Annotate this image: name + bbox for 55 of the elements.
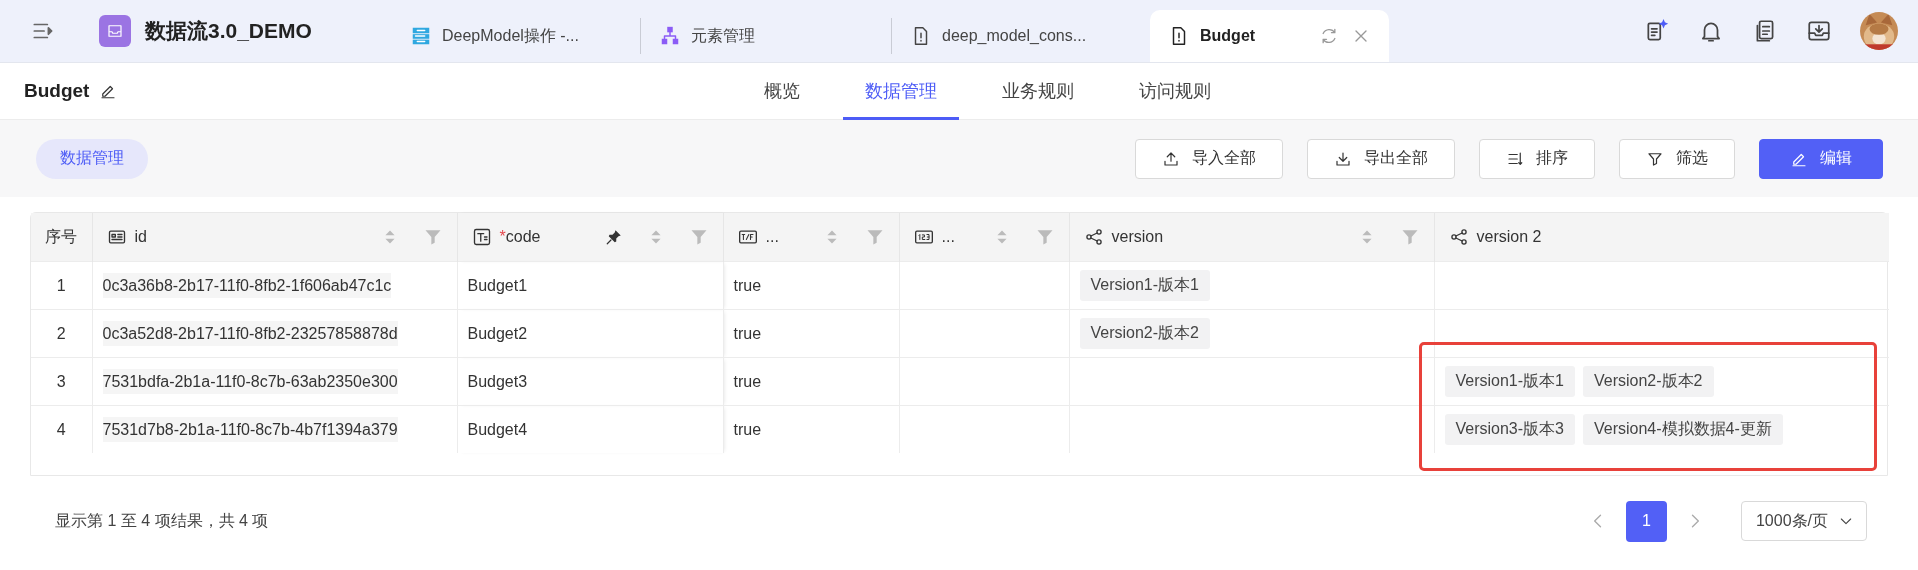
text-field-icon xyxy=(471,227,492,247)
sort-icon xyxy=(1506,149,1524,168)
toolbar-button[interactable]: 导出全部 xyxy=(1307,138,1455,179)
row-number: 3 xyxy=(56,372,66,390)
version-tag: Version4-模拟数据4-更新 xyxy=(1583,414,1783,445)
column-header: *code xyxy=(499,228,541,246)
table-cell: true xyxy=(733,324,762,342)
sparkle-document-icon[interactable] xyxy=(1644,17,1670,44)
table-cell: Budget1 xyxy=(467,276,528,294)
version-tag: Version1-版本1 xyxy=(1444,366,1575,397)
page-title: Budget xyxy=(24,80,90,102)
table-cell: Budget2 xyxy=(467,324,528,342)
column-header: id xyxy=(134,228,147,246)
table-cell: true xyxy=(733,420,762,438)
column-header: 序号 xyxy=(45,226,78,247)
column-header: ... xyxy=(941,228,955,246)
toolbar-button[interactable]: 筛选 xyxy=(1619,138,1735,179)
table-cell: Budget4 xyxy=(467,420,528,438)
toolbar-button[interactable]: 排序 xyxy=(1479,138,1595,179)
version-tag: Version2-版本2 xyxy=(1079,318,1210,349)
tab[interactable]: 元素管理 xyxy=(641,10,891,62)
tab[interactable]: Budget xyxy=(1150,10,1389,62)
share-nodes-icon xyxy=(1083,227,1104,247)
column-header: ... xyxy=(765,228,779,246)
section-chip[interactable]: 数据管理 xyxy=(36,138,148,179)
table-cell: true xyxy=(733,276,762,294)
id-value: 0c3a52d8-2b17-11f0-8fb2-23257858878d xyxy=(102,320,398,346)
id-value: 0c3a36b8-2b17-11f0-8fb2-1f606ab47c1c xyxy=(102,272,392,298)
column-header: version xyxy=(1111,228,1164,246)
row-number: 4 xyxy=(56,420,66,438)
hierarchy-icon xyxy=(659,25,681,47)
table-cell: true xyxy=(733,372,762,390)
id-value: 7531bdfa-2b1a-11f0-8c7b-63ab2350e300 xyxy=(102,368,398,394)
nav-tab[interactable]: 概览 xyxy=(742,62,822,120)
toolbar-button[interactable]: 编辑 xyxy=(1759,138,1883,179)
version-tag: Version1-版本1 xyxy=(1079,270,1210,301)
nav-tab[interactable]: 访问规则 xyxy=(1117,62,1233,120)
pin-icon[interactable] xyxy=(604,228,623,246)
toolbar-button[interactable]: 导入全部 xyxy=(1135,138,1283,179)
tab[interactable]: DeepModel操作 -... xyxy=(400,10,640,62)
tab[interactable]: deep_model_cons... xyxy=(892,10,1150,62)
row-number: 2 xyxy=(56,324,66,342)
version-tag: Version2-版本2 xyxy=(1583,366,1714,397)
table-cell: Budget3 xyxy=(467,372,528,390)
version-tag: Version3-版本3 xyxy=(1444,414,1575,445)
share-nodes-icon xyxy=(1448,227,1469,247)
flowchart-icon xyxy=(410,25,432,47)
column-header: version 2 xyxy=(1476,228,1542,246)
row-number: 1 xyxy=(56,276,66,294)
page-button[interactable]: 1 xyxy=(1625,500,1667,542)
app-title: 数据流3.0_DEMO xyxy=(145,17,312,44)
nav-tab[interactable]: 业务规则 xyxy=(980,62,1096,120)
page-size-select[interactable]: 1000条/页 xyxy=(1740,501,1867,541)
result-summary: 显示第 1 至 4 项结果，共 4 项 xyxy=(55,510,269,531)
id-value: 7531d7b8-2b1a-11f0-8c7b-4b7f1394a379 xyxy=(102,416,398,442)
